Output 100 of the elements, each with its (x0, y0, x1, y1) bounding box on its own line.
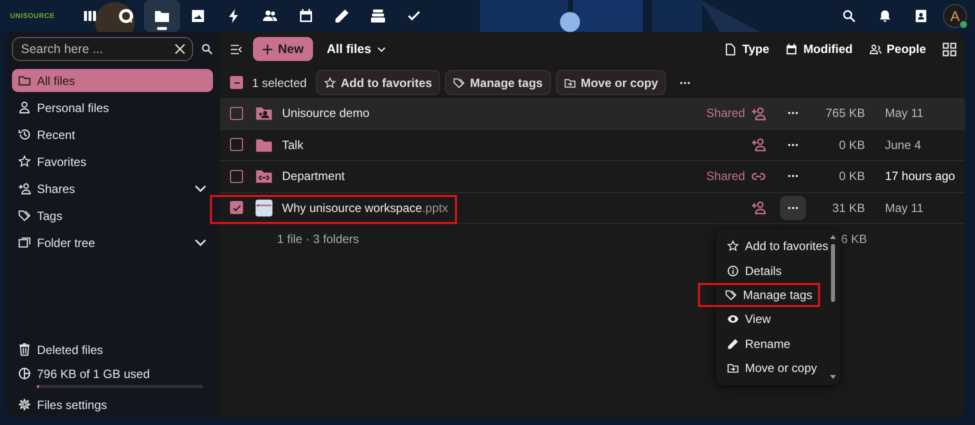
clear-button[interactable] (174, 43, 186, 55)
add-person-icon (751, 106, 766, 121)
grid-view-button[interactable] (942, 42, 957, 56)
file-size: 0 KB (838, 138, 865, 152)
action-button[interactable]: Add to favorites (316, 70, 440, 95)
search-icon (201, 43, 213, 55)
checkbox[interactable] (230, 170, 243, 183)
image-icon (190, 8, 206, 24)
tag-icon (725, 288, 737, 301)
modified-date: June 4 (885, 138, 922, 152)
star-icon (18, 155, 31, 168)
sidebar-item[interactable]: Shares (12, 177, 213, 200)
sidebar-item[interactable]: Tags (12, 204, 213, 227)
scrollbar[interactable] (829, 234, 837, 380)
info-icon (727, 264, 739, 277)
share-button[interactable] (751, 137, 769, 152)
file-size: 0 KB (838, 169, 865, 184)
search-icon (842, 9, 856, 23)
share-button[interactable] (751, 200, 769, 216)
folder-arrow-icon (564, 76, 576, 88)
sidebar-item[interactable]: Deleted files (12, 343, 213, 357)
file-row[interactable]: Department Shared 0 KB 17 hours ago (220, 161, 965, 192)
file-name[interactable]: Department (282, 169, 345, 184)
checkbox[interactable] (230, 138, 243, 152)
file-name[interactable]: Unisource demo (282, 106, 370, 120)
folders-icon (18, 236, 31, 249)
file-icon (724, 42, 738, 56)
menu-item[interactable]: Details (716, 258, 828, 283)
history-icon (18, 128, 31, 141)
modified-date: 17 hours ago (885, 169, 956, 184)
breadcrumb-dropdown[interactable]: All files (322, 42, 390, 56)
calendar-icon (298, 8, 314, 24)
file-name[interactable]: Talk (282, 138, 304, 152)
folder-arrow-icon (727, 362, 739, 374)
search-input[interactable]: Search here ... (19, 41, 174, 57)
app-button[interactable] (144, 0, 180, 32)
action-button[interactable]: Manage tags (445, 70, 551, 95)
chat-bubble-icon (118, 8, 134, 24)
menu-item[interactable]: Add to favorites (716, 234, 828, 258)
select-all-checkbox[interactable] (230, 76, 243, 89)
settings-icon (18, 398, 31, 411)
people-icon (262, 8, 278, 24)
folder-icon (18, 74, 31, 87)
file-name[interactable]: Why unisource workspace.pptx (282, 200, 448, 215)
file-size: 765 KB (824, 106, 865, 120)
sidebar-item[interactable]: Favorites (12, 150, 213, 173)
bars-icon (82, 8, 98, 24)
search-button[interactable] (201, 43, 213, 55)
files-summary: 1 file · 3 folders (277, 232, 360, 246)
sidebar-item[interactable]: Folder tree (12, 231, 213, 254)
menu-item[interactable]: Rename (716, 332, 828, 356)
contact-card-icon (914, 9, 928, 23)
people-icon (868, 42, 882, 56)
collapse-sidebar-button[interactable] (230, 42, 243, 56)
checkmark-icon (232, 202, 242, 213)
actions-button[interactable] (780, 196, 806, 220)
add-person-icon (751, 200, 766, 216)
modified-date: May 11 (885, 200, 924, 215)
sidebar-item[interactable]: Files settings (12, 398, 213, 412)
action-button[interactable]: Move or copy (556, 70, 666, 95)
eye-icon (727, 313, 739, 326)
checkbox[interactable] (230, 201, 243, 214)
shared-label: Shared (705, 169, 745, 184)
sidebar-item[interactable]: All files (12, 69, 213, 92)
sidebar-item[interactable]: Recent (12, 123, 213, 146)
add-person-icon (18, 182, 31, 195)
modified-date: May 11 (885, 106, 924, 120)
pencil-icon (334, 8, 350, 24)
selection-count: 1 selected (252, 76, 307, 90)
new-button[interactable]: New (253, 37, 313, 61)
tag-icon (453, 76, 466, 88)
sidebar-item[interactable]: Personal files (12, 96, 213, 119)
collapse-icon (230, 42, 243, 56)
star-icon (324, 76, 336, 88)
calendar-icon (785, 42, 798, 56)
grid-icon (942, 42, 957, 56)
share-button[interactable] (751, 106, 769, 121)
filter-button[interactable]: Modified (785, 42, 853, 56)
checkbox[interactable] (230, 106, 243, 120)
chevron-icon (377, 44, 386, 54)
person-icon (18, 101, 31, 114)
folder-icon (154, 8, 170, 24)
shared-label: Shared (705, 106, 745, 120)
file-row[interactable]: Talk 0 KB June 4 (220, 130, 965, 161)
search-field[interactable]: Search here ... (12, 37, 193, 61)
menu-item[interactable]: View (716, 307, 828, 332)
menu-item[interactable]: Manage tags (698, 282, 820, 308)
file-size: 31 KB (831, 200, 865, 215)
storage-usage: 796 KB of 1 GB used (37, 367, 151, 381)
filter-button[interactable]: People (868, 42, 926, 56)
filter-button[interactable]: Type (724, 42, 770, 56)
file-row[interactable]: Unisource demo Shared 765 KB May 11 (220, 98, 965, 130)
file-row[interactable]: Why unisource workspace.pptx 31 KB May 11 (220, 192, 965, 224)
pie-chart-icon (18, 367, 31, 380)
slide-thumbnail-icon (255, 198, 273, 217)
pencil-icon (727, 338, 739, 350)
menu-item[interactable]: Move or copy (716, 356, 828, 380)
total-size: 6 KB (840, 232, 867, 246)
add-person-icon (751, 137, 766, 152)
stack-icon (370, 8, 386, 24)
